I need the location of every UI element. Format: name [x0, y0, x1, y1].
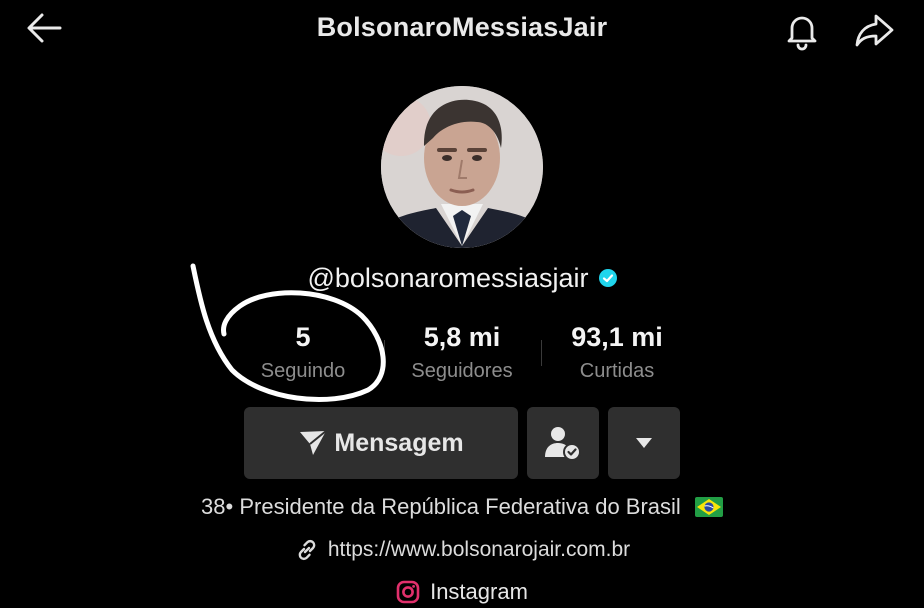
message-button-label: Mensagem — [334, 428, 464, 457]
link-icon — [298, 539, 316, 561]
stat-likes: 93,1 mi Curtidas — [547, 320, 687, 383]
stat-divider — [384, 340, 385, 366]
avatar[interactable] — [381, 86, 543, 248]
handle-row: @bolsonaromessiasjair — [0, 258, 924, 298]
user-check-icon — [545, 427, 581, 461]
stat-following[interactable]: 5 Seguindo — [233, 320, 373, 383]
following-label: Seguindo — [260, 360, 346, 382]
instagram-label: Instagram — [430, 579, 528, 604]
bio: 38• Presidente da República Federativa d… — [0, 494, 924, 520]
bio-text: 38• Presidente da República Federativa d… — [201, 494, 681, 519]
share-icon — [855, 14, 894, 47]
message-button[interactable]: Mensagem — [244, 407, 518, 479]
avatar-portrait — [381, 86, 543, 248]
instagram-icon — [396, 580, 420, 604]
instagram-link[interactable]: Instagram — [0, 576, 924, 608]
likes-label: Curtidas — [579, 360, 655, 382]
caret-down-icon — [636, 438, 652, 448]
notification-button[interactable] — [780, 8, 824, 52]
following-count: 5 — [295, 322, 311, 352]
stat-divider — [541, 340, 542, 366]
stat-followers[interactable]: 5,8 mi Seguidores — [392, 320, 532, 383]
followers-count: 5,8 mi — [423, 322, 501, 352]
profile-handle: @bolsonaromessiasjair — [307, 262, 589, 293]
likes-count: 93,1 mi — [571, 322, 663, 352]
send-icon — [300, 430, 328, 455]
share-button[interactable] — [852, 8, 896, 52]
brazil-flag-icon — [694, 497, 723, 517]
verified-badge-icon — [598, 269, 617, 287]
bio-link-url: https://www.bolsonarojair.com.br — [327, 538, 631, 561]
bell-icon — [787, 16, 817, 51]
following-status-button[interactable] — [527, 407, 599, 479]
followers-label: Seguidores — [411, 360, 513, 382]
more-options-button[interactable] — [608, 407, 680, 479]
bio-link[interactable]: https://www.bolsonarojair.com.br — [0, 534, 924, 566]
